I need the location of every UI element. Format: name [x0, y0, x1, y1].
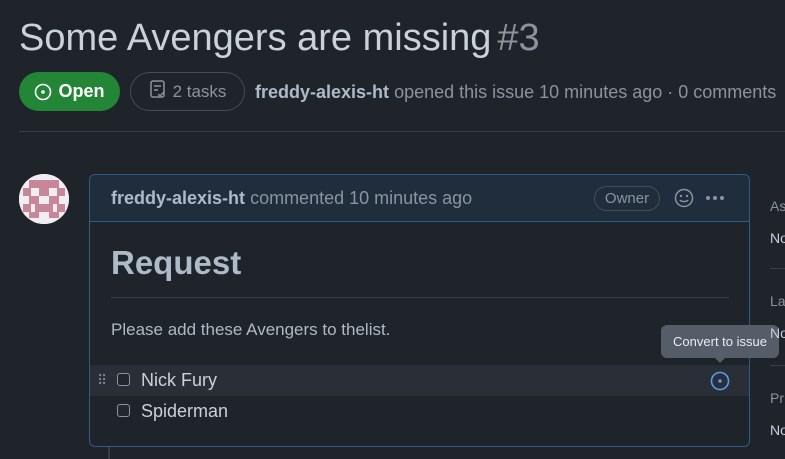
task-checkbox[interactable]	[117, 404, 130, 417]
sidebar-labels-value: No	[770, 325, 785, 341]
drag-handle-icon[interactable]: ⠿	[97, 371, 107, 389]
issue-meta: freddy-alexis-ht opened this issue 10 mi…	[255, 80, 776, 104]
owner-badge: Owner	[594, 186, 660, 211]
sidebar-projects-label[interactable]: Pr	[770, 390, 784, 406]
task-label: Nick Fury	[141, 370, 217, 390]
comment-heading: Request	[111, 244, 242, 281]
comment-author-link[interactable]: freddy-alexis-ht	[111, 188, 245, 208]
sidebar-assignees-value: No	[770, 230, 785, 246]
sidebar-labels-label[interactable]: La	[770, 293, 785, 309]
sidebar-assignees-label[interactable]: As	[770, 198, 785, 214]
issue-number: #3	[497, 17, 540, 59]
comment-box: freddy-alexis-ht commented 10 minutes ag…	[89, 174, 750, 447]
kebab-icon[interactable]	[704, 188, 726, 208]
heading-rule	[111, 297, 729, 298]
issue-state-label: Open	[58, 81, 105, 101]
convert-to-issue-tooltip: Convert to issue	[661, 325, 779, 358]
sidebar-divider	[770, 365, 785, 366]
avatar[interactable]	[19, 174, 69, 224]
issue-opened-icon	[34, 83, 52, 101]
tasks-count: 2 tasks	[172, 81, 227, 101]
comment-author-line: freddy-alexis-ht commented 10 minutes ag…	[111, 188, 472, 209]
timeline-line	[108, 447, 110, 459]
comment-body-text: Please add these Avengers to thelist.	[111, 320, 391, 339]
tasks-progress-button[interactable]: 2 tasks	[130, 72, 245, 111]
task-label: Spiderman	[141, 401, 229, 421]
smiley-icon[interactable]	[674, 188, 694, 208]
tooltip-arrow	[714, 357, 726, 363]
sidebar-projects-value: No	[770, 422, 785, 438]
sidebar-divider	[770, 268, 785, 269]
issue-state-badge: Open	[19, 72, 120, 111]
comment-timestamp: commented 10 minutes ago	[250, 188, 473, 208]
task-list-item[interactable]: Spiderman	[90, 396, 749, 427]
issue-author-link[interactable]: freddy-alexis-ht	[255, 82, 389, 102]
issue-title-text: Some Avengers are missing	[19, 17, 492, 59]
task-checkbox[interactable]	[117, 373, 130, 386]
convert-to-issue-icon[interactable]	[710, 371, 730, 391]
issue-title: Some Avengers are missing #3	[19, 14, 540, 62]
checklist-icon	[149, 79, 167, 104]
header-divider	[19, 131, 785, 132]
task-list-item[interactable]: ⠿ Nick Fury	[90, 365, 749, 396]
issue-opened-text: opened this issue 10 minutes ago · 0 com…	[394, 82, 777, 102]
comment-header: freddy-alexis-ht commented 10 minutes ag…	[90, 175, 749, 222]
